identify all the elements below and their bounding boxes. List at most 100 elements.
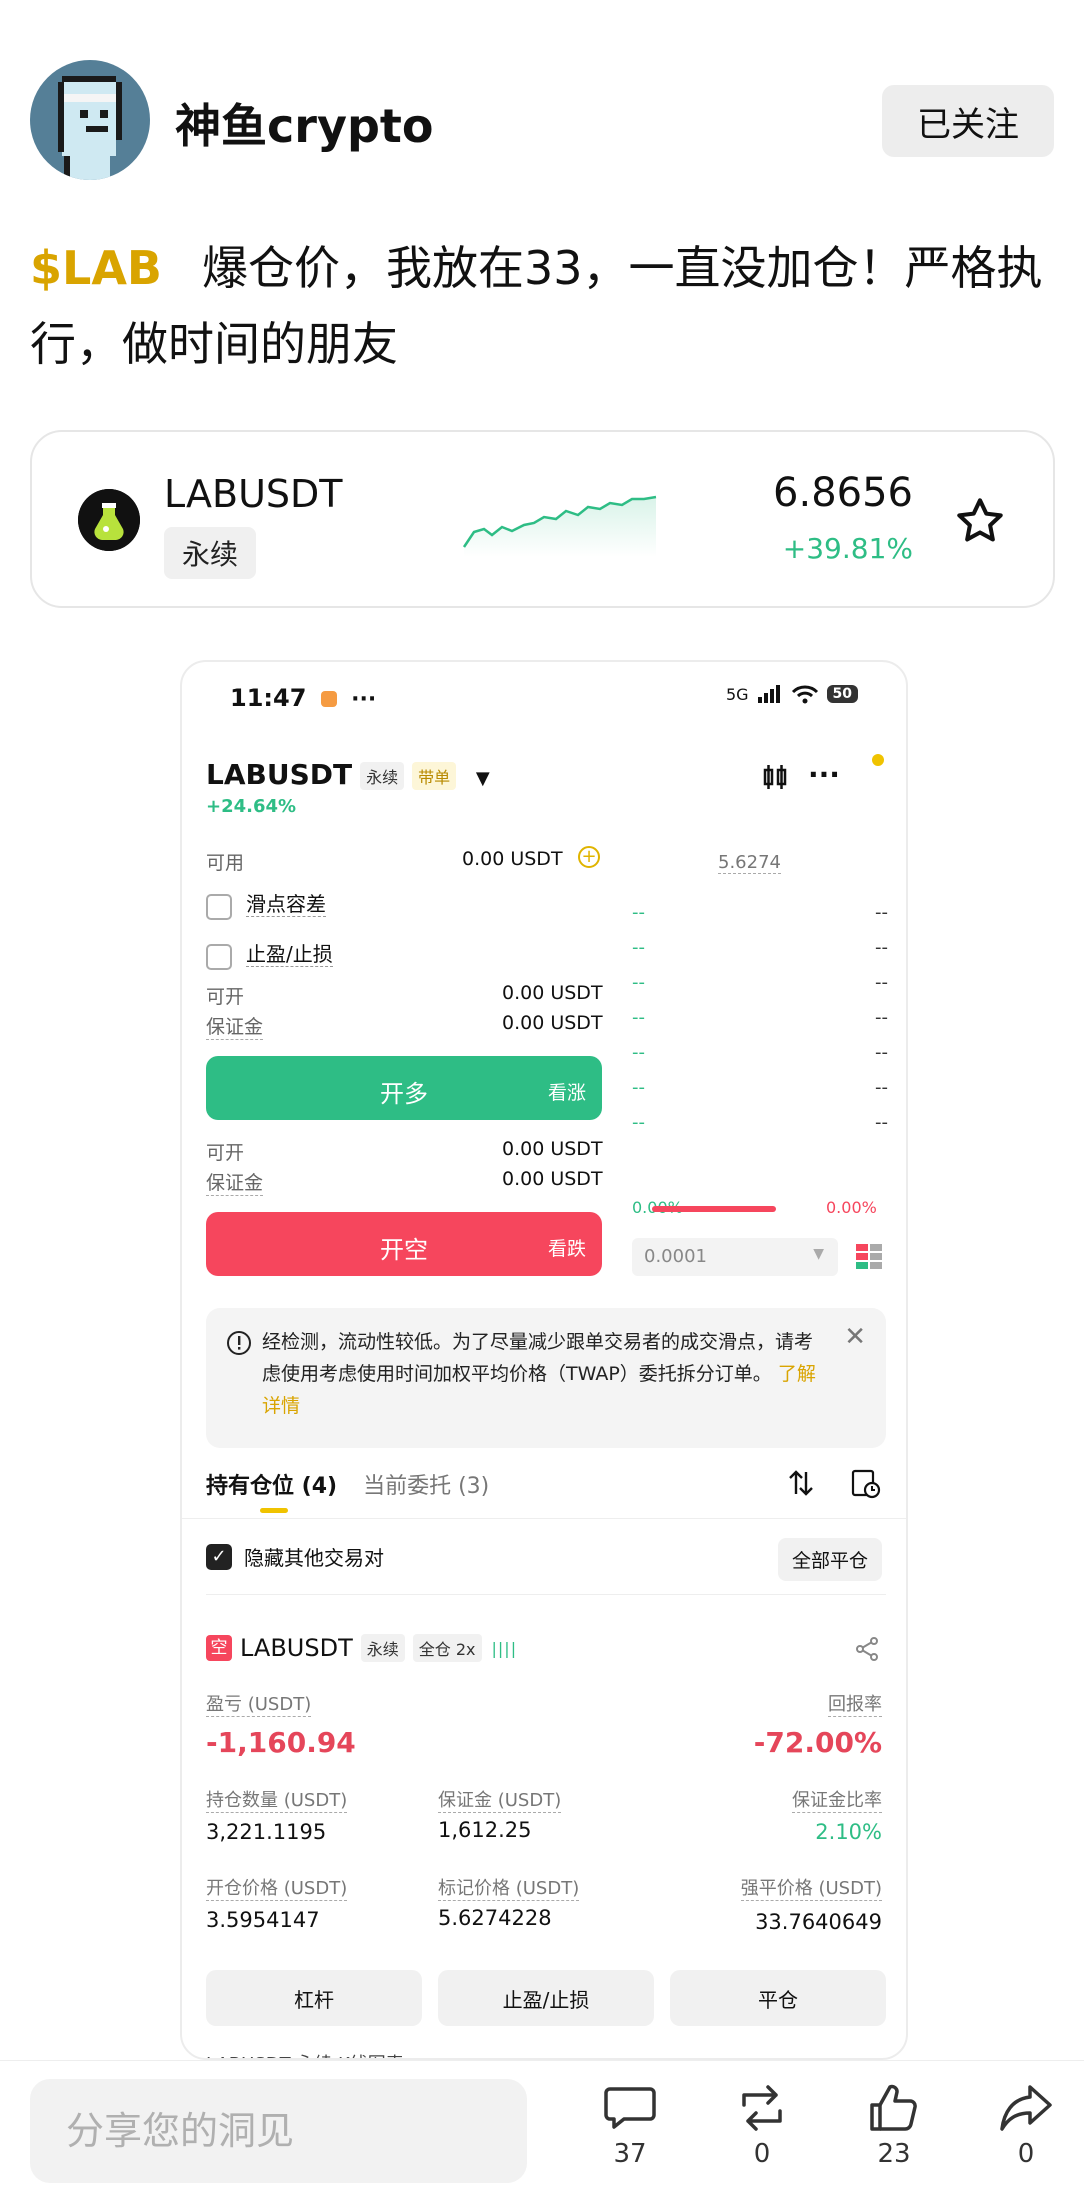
short-margin-value: 0.00 USDT (502, 1168, 603, 1190)
orderbook-row: -- -- (632, 902, 888, 923)
entry-price-value: 3.5954147 (206, 1908, 320, 1932)
tab-orders[interactable]: 当前委托 (3) (363, 1474, 489, 1499)
notification-dot (872, 754, 884, 766)
slippage-option[interactable]: 滑点容差 (206, 888, 326, 920)
share-action[interactable]: 0 (981, 2083, 1071, 2169)
market-card[interactable]: LABUSDT 永续 6.8656 +39.81% (30, 430, 1055, 608)
star-icon[interactable] (953, 494, 1007, 548)
margin-label: 保证金 (USDT) (438, 1786, 562, 1813)
repost-count: 0 (753, 2139, 771, 2169)
post-body: 爆仓价，我放在33，一直没加仓！严格执行，做时间的朋友 (30, 241, 1043, 371)
tab-positions[interactable]: 持有仓位 (4) (206, 1474, 337, 1499)
share-arrow-icon (1000, 2085, 1052, 2131)
liquidity-notice: 经检测，流动性较低。为了尽量减少跟单交易者的成交滑点，请考虑使用考虑使用时间加权… (206, 1308, 886, 1448)
more-options-icon[interactable]: ··· (808, 758, 840, 791)
orderbook-row: -- -- (632, 1007, 888, 1028)
available-value: 0.00 USDT (462, 848, 563, 870)
size-value: 3,221.1195 (206, 1820, 327, 1844)
close-position-button[interactable]: 平仓 (670, 1970, 886, 2026)
open-short-button[interactable]: 开空 看跌 (206, 1212, 602, 1276)
orderbook: -- -- -- -- -- -- -- -- -- -- -- -- -- -- (632, 902, 888, 1147)
buy-sell-ratio-bar (652, 1206, 776, 1212)
share-icon[interactable] (854, 1636, 880, 1662)
candlestick-icon[interactable] (760, 762, 790, 792)
sort-icon[interactable] (786, 1468, 816, 1498)
bottom-action-bar: 37 0 23 0 (0, 2060, 1084, 2199)
long-margin-value: 0.00 USDT (502, 1012, 603, 1034)
qty-step-select[interactable]: 0.0001 ▼ (632, 1238, 838, 1276)
margin-ratio-value: 2.10% (815, 1820, 882, 1844)
pnl-value: -1,160.94 (206, 1726, 356, 1759)
comment-action[interactable]: 37 (585, 2083, 675, 2169)
tpsl-option[interactable]: 止盈/止损 (206, 938, 333, 970)
battery-icon: 50 (826, 685, 858, 703)
signal-icon (757, 685, 780, 703)
margin-value: 1,612.25 (438, 1818, 532, 1842)
tpsl-button[interactable]: 止盈/止损 (438, 1970, 654, 2026)
close-icon[interactable]: ✕ (844, 1322, 866, 1352)
entry-price-label: 开仓价格 (USDT) (206, 1874, 348, 1901)
like-count: 23 (877, 2139, 911, 2169)
repost-icon (742, 2085, 782, 2131)
close-all-button[interactable]: 全部平仓 (777, 1538, 882, 1581)
share-count: 0 (1017, 2139, 1035, 2169)
long-open-value: 0.00 USDT (502, 982, 603, 1004)
repost-action[interactable]: 0 (717, 2083, 807, 2169)
info-icon (227, 1331, 251, 1355)
card-price: 6.8656 (773, 470, 913, 516)
author-name[interactable]: 神鱼crypto (175, 90, 433, 156)
wifi-icon (791, 685, 818, 704)
ticker-link[interactable]: $LAB (30, 241, 162, 295)
avatar[interactable] (30, 60, 150, 180)
short-side-badge: 空 (206, 1635, 232, 1661)
card-change: +39.81% (782, 532, 913, 565)
like-action[interactable]: 23 (849, 2083, 939, 2169)
position-perp-tag: 永续 (360, 1634, 405, 1662)
open-long-button[interactable]: 开多 看涨 (206, 1056, 602, 1120)
pair-title[interactable]: LABUSDT 永续 带单 ▼ (206, 758, 490, 791)
notice-text: 经检测，流动性较低。为了尽量减少跟单交易者的成交滑点，请考虑使用考虑使用时间加权… (262, 1331, 816, 1417)
network-label: 5G (725, 684, 749, 704)
embedded-app-screenshot: 11:47 ··· 5G 50 LABUSDT 永续 带单 ▼ +24.64% ··… (180, 660, 908, 2060)
ratio-right: 0.00% (826, 1198, 877, 1217)
caret-down-icon: ▼ (475, 768, 490, 789)
pair-tag: 永续 (360, 762, 405, 790)
follow-button[interactable]: 已关注 (882, 85, 1054, 157)
thumbs-up-icon (870, 2084, 917, 2131)
history-icon[interactable] (850, 1468, 882, 1500)
comment-count: 37 (613, 2139, 647, 2169)
price-sparkline (462, 495, 657, 557)
hide-others-option[interactable]: ✓ 隐藏其他交易对 (206, 1542, 384, 1571)
lab-coin-logo-icon (78, 489, 140, 551)
margin-ratio-label: 保证金比率 (792, 1786, 882, 1813)
checkbox-checked-icon[interactable]: ✓ (206, 1543, 232, 1570)
pixel-face-icon (58, 76, 122, 180)
slippage-checkbox[interactable] (206, 893, 232, 920)
pair-change: +24.64% (206, 796, 297, 817)
short-margin-label: 保证金 (206, 1168, 264, 1196)
orderbook-row: -- -- (632, 1112, 888, 1133)
orderbook-row: -- -- (632, 1077, 888, 1098)
liq-price-value: 33.7640649 (755, 1910, 882, 1934)
post-header: 神鱼crypto 已关注 (30, 60, 1054, 180)
orderbook-layout-icon[interactable] (854, 1242, 884, 1272)
mark-price-label: 标记价格 (USDT) (438, 1874, 580, 1901)
roe-label: 回报率 (828, 1690, 882, 1717)
long-open-label: 可开 (206, 986, 245, 1008)
card-symbol: LABUSDT (164, 472, 343, 516)
tab-underline (260, 1508, 288, 1513)
status-bar-right: 5G 50 (726, 684, 858, 704)
pnl-label: 盈亏 (USDT) (206, 1690, 312, 1717)
position-tabs: 持有仓位 (4) 当前委托 (3) (206, 1468, 886, 1518)
size-label: 持仓数量 (USDT) (206, 1786, 348, 1813)
comment-input[interactable] (30, 2079, 527, 2183)
add-funds-icon[interactable]: + (578, 846, 600, 868)
tpsl-checkbox[interactable] (206, 943, 232, 970)
orderbook-row: -- -- (632, 937, 888, 958)
orderbook-price[interactable]: 5.6274 (718, 852, 781, 874)
available-label: 可用 (206, 852, 245, 874)
leverage-button[interactable]: 杠杆 (206, 1970, 422, 2026)
divider (182, 1518, 906, 1519)
divider (206, 1594, 886, 1595)
status-time: 11:47 ··· (230, 684, 377, 712)
